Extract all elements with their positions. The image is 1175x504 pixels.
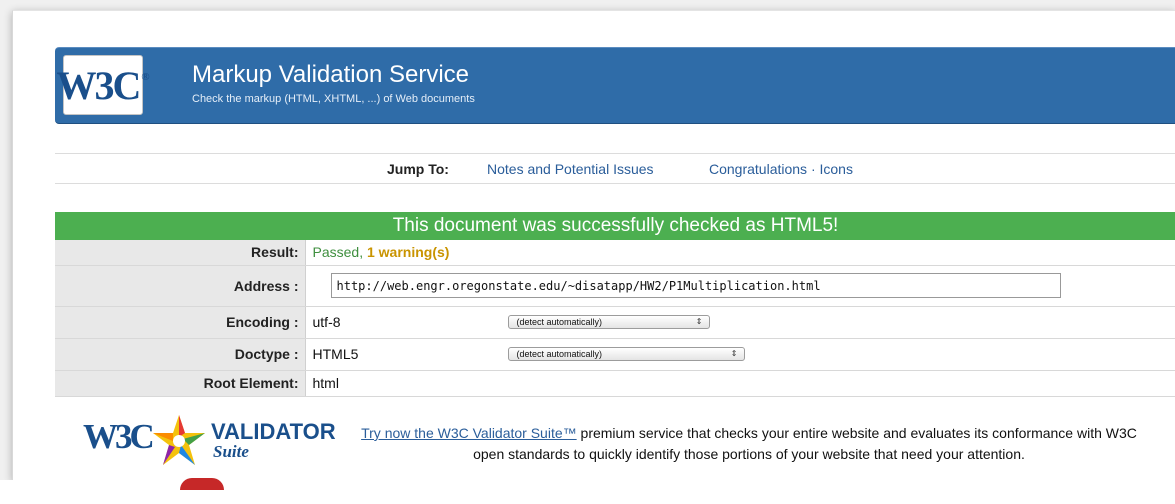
jump-to-label: Jump To: (387, 161, 449, 177)
validator-suite-logo[interactable]: W3C VALIDATOR Suite (83, 413, 343, 469)
success-banner: This document was successfully checked a… (55, 212, 1175, 240)
result-passed-text: Passed, (312, 244, 367, 261)
page-subtitle: Check the markup (HTML, XHTML, ...) of W… (192, 93, 475, 105)
w3c-logo-icon[interactable]: W3C ® (56, 55, 150, 115)
root-element-value: html (305, 370, 1175, 397)
encoding-select-label: (detect automatically) (516, 317, 603, 327)
doctype-select[interactable]: (detect automatically) ⇕ (507, 347, 745, 361)
validator-suite-star-icon (153, 415, 205, 465)
address-row: Address : (55, 265, 1175, 307)
result-warning-count: 1 warning(s) (366, 244, 450, 261)
doctype-select-label: (detect automatically) (516, 349, 603, 359)
header-banner: W3C ® Markup Validation Service Check the… (55, 47, 1175, 124)
select-arrows-icon: ⇕ (730, 349, 738, 358)
encoding-cell: utf-8 (detect automatically) ⇕ (305, 306, 1175, 339)
page-container: W3C ® Markup Validation Service Check the… (12, 10, 1175, 480)
result-row: Result: Passed, 1 warning(s) (55, 240, 1175, 266)
page-title: Markup Validation Service (192, 61, 470, 88)
select-arrows-icon: ⇕ (695, 317, 703, 326)
result-value: Passed, 1 warning(s) (305, 240, 1175, 266)
jump-link-congratulations[interactable]: Congratulations · Icons (709, 161, 853, 177)
results-table: Result: Passed, 1 warning(s) Address : E… (55, 240, 1175, 397)
address-cell (305, 265, 1175, 307)
bottom-strip (0, 480, 1175, 504)
encoding-row: Encoding : utf-8 (detect automatically) … (55, 306, 1175, 339)
encoding-select[interactable]: (detect automatically) ⇕ (507, 315, 710, 329)
address-input[interactable] (330, 273, 1061, 298)
doctype-cell: HTML5 (detect automatically) ⇕ (305, 338, 1175, 371)
doctype-value: HTML5 (312, 346, 359, 362)
root-element-label: Root Element: (55, 370, 306, 397)
partial-logo-icon (180, 478, 224, 490)
jump-to-bar: Jump To: Notes and Potential Issues Cong… (55, 153, 1175, 184)
address-label: Address : (55, 265, 306, 307)
result-label: Result: (55, 240, 306, 266)
validator-suite-promo: Try now the W3C Validator Suite™ premium… (349, 423, 1149, 465)
validator-suite-link[interactable]: Try now the W3C Validator Suite™ (361, 425, 577, 441)
encoding-value: utf-8 (312, 314, 341, 330)
w3c-logo-text: W3C (56, 62, 141, 108)
doctype-cell-inner: HTML5 (detect automatically) ⇕ (313, 339, 1175, 370)
encoding-cell-inner: utf-8 (detect automatically) ⇕ (313, 307, 1175, 338)
w3c-logo-mark: ® (141, 71, 150, 83)
doctype-label: Doctype : (55, 338, 306, 371)
doctype-row: Doctype : HTML5 (detect automatically) ⇕ (55, 338, 1175, 371)
jump-link-notes[interactable]: Notes and Potential Issues (487, 161, 654, 177)
root-element-row: Root Element: html (55, 370, 1175, 397)
suite-logo-w3c: W3C (83, 417, 155, 456)
suite-logo-suite: Suite (213, 442, 249, 461)
encoding-label: Encoding : (55, 306, 306, 339)
